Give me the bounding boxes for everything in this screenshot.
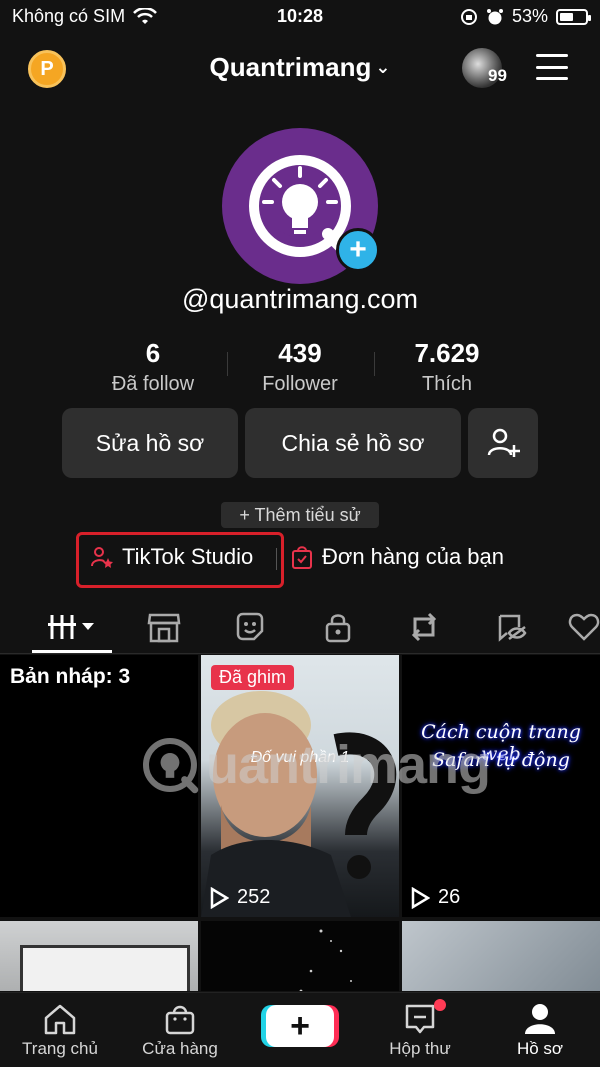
- share-profile-button[interactable]: Chia sẻ hồ sơ: [245, 408, 461, 478]
- tab-reposts[interactable]: [394, 600, 454, 654]
- tab-stickers[interactable]: [220, 600, 280, 654]
- grid-icon: [48, 615, 94, 639]
- nav-shop-label: Cửa hàng: [142, 1039, 218, 1058]
- hidden-icon: [498, 614, 527, 642]
- account-switcher[interactable]: Quantrimang ⌄: [0, 52, 600, 83]
- plus-icon: +: [349, 233, 367, 266]
- lock-icon: [325, 614, 351, 643]
- tiktok-studio-label: TikTok Studio: [122, 544, 254, 569]
- video-overlay-text: Đố vui phần 1: [250, 749, 350, 766]
- orders-link[interactable]: Đơn hàng của bạn: [290, 544, 504, 570]
- top-bar: P Quantrimang ⌄ 99: [0, 40, 600, 96]
- creator-star-icon: [91, 547, 113, 568]
- profile-handle: @quantrimang.com: [181, 284, 418, 314]
- pinned-video-tile[interactable]: Đã ghim Đố vui phần 1 252: [201, 655, 399, 917]
- shopping-bag-icon: [292, 546, 312, 569]
- alarm-icon: [486, 8, 503, 24]
- stat-likes[interactable]: 7.629 Thích: [372, 338, 522, 396]
- tab-liked[interactable]: [568, 600, 600, 654]
- stat-value: 6: [145, 338, 161, 368]
- nav-home-label: Trang chủ: [22, 1039, 98, 1058]
- stat-following[interactable]: 6 Đã follow: [78, 338, 228, 396]
- link-divider: [276, 548, 277, 570]
- nav-inbox-label: Hộp thư: [389, 1039, 451, 1058]
- video-grid: Bản nháp: 3 Đã ghim Đố vui phần 1 252 Cá…: [0, 655, 600, 991]
- repost-icon: [411, 612, 437, 642]
- orders-label: Đơn hàng của bạn: [322, 544, 505, 569]
- tab-hidden[interactable]: [482, 600, 542, 654]
- status-bar: Không có SIM 10:28 53%: [0, 0, 600, 34]
- nav-profile[interactable]: Hồ sơ: [480, 999, 600, 1059]
- play-icon: [411, 886, 430, 909]
- draft-count-label: Bản nháp: 3: [10, 665, 131, 688]
- draft-tile[interactable]: Bản nháp: 3: [0, 655, 198, 917]
- stat-value: 439: [278, 338, 322, 368]
- view-count-value: 252: [237, 886, 271, 908]
- add-bio-button[interactable]: + Thêm tiểu sử: [221, 502, 379, 528]
- nav-profile-label: Hồ sơ: [516, 1039, 564, 1058]
- battery-icon: [556, 8, 591, 25]
- plus-icon: +: [290, 1006, 310, 1045]
- stat-followers[interactable]: 439 Follower: [225, 338, 375, 396]
- pinned-badge: Đã ghim: [211, 665, 295, 690]
- notification-count: 99: [488, 66, 507, 85]
- tiktok-studio-link[interactable]: TikTok Studio: [90, 544, 253, 570]
- video-tile[interactable]: [201, 921, 399, 991]
- view-count-value: 26: [438, 886, 461, 908]
- links-row: TikTok Studio Đơn hàng của bạn: [0, 532, 600, 588]
- nav-inbox[interactable]: Hộp thư: [360, 999, 480, 1059]
- heart-icon: [568, 613, 600, 641]
- home-icon: [44, 1004, 76, 1035]
- add-avatar-button[interactable]: +: [336, 228, 380, 272]
- video-overlay-text: Safari tự động: [432, 749, 570, 771]
- sticker-icon: [236, 612, 264, 641]
- tab-videos[interactable]: [42, 600, 102, 654]
- portrait-thumbnail: [201, 691, 397, 917]
- tab-shop[interactable]: [134, 600, 194, 654]
- stat-label: Đã follow: [111, 373, 195, 395]
- add-friend-button[interactable]: [468, 408, 538, 478]
- inbox-notification-dot: [434, 999, 446, 1011]
- view-count: 252: [209, 886, 270, 909]
- laptop-thumbnail: [20, 945, 190, 991]
- stat-label: Follower: [262, 373, 338, 395]
- chevron-down-icon: ⌄: [375, 57, 391, 77]
- orientation-lock-icon: [460, 8, 477, 25]
- video-tile[interactable]: Cách cuộn trang web Safari tự động 26: [402, 655, 600, 917]
- shop-icon: [147, 613, 181, 643]
- username-label: Quantrimang: [209, 52, 372, 82]
- bottom-nav: Trang chủ Cửa hàng + Hộp thư Hồ sơ: [0, 992, 600, 1067]
- add-person-icon: [487, 428, 520, 457]
- stats-row: 6 Đã follow 439 Follower 7.629 Thích: [0, 338, 600, 398]
- battery-percent: 53%: [511, 6, 548, 26]
- view-count: 26: [410, 886, 460, 909]
- nav-shop[interactable]: Cửa hàng: [120, 999, 240, 1059]
- tab-private[interactable]: [308, 600, 368, 654]
- nav-home[interactable]: Trang chủ: [0, 999, 120, 1059]
- hamburger-menu-icon[interactable]: [536, 54, 568, 80]
- play-icon: [210, 886, 229, 909]
- content-tabs: [0, 600, 600, 654]
- sparkle-thumbnail: [299, 929, 352, 991]
- shop-bag-icon: [165, 1005, 195, 1035]
- edit-profile-button[interactable]: Sửa hồ sơ: [62, 408, 238, 478]
- active-tab-indicator: [32, 650, 112, 653]
- create-button[interactable]: +: [266, 1005, 334, 1047]
- stat-label: Thích: [421, 373, 473, 395]
- profile-icon: [525, 1004, 555, 1034]
- video-tile[interactable]: [402, 921, 600, 991]
- video-tile[interactable]: [0, 921, 198, 991]
- inbox-icon: [405, 1004, 435, 1034]
- stat-value: 7.629: [414, 338, 480, 368]
